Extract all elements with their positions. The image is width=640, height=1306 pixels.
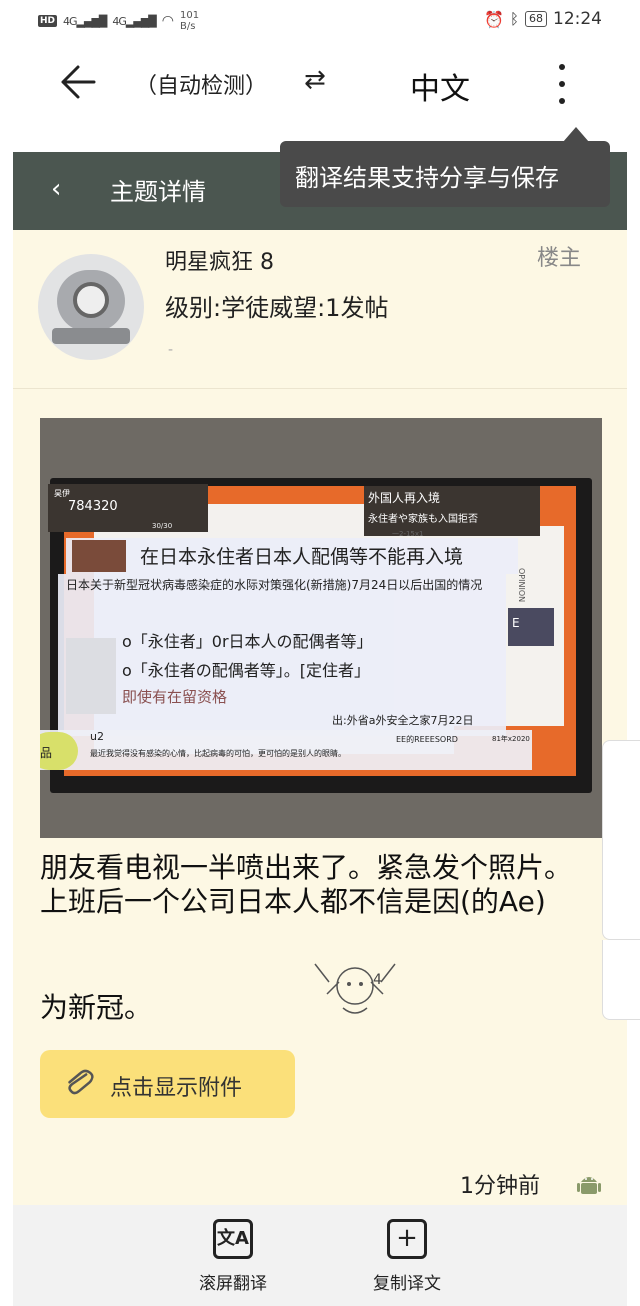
translate-toolbar: （自动检测） ⇄ 中文 — [0, 40, 640, 150]
source-language-selector[interactable]: （自动检测） — [135, 68, 267, 100]
owner-badge: 楼主 — [537, 246, 582, 271]
hd-badge: HD — [38, 15, 58, 27]
scroll-translate-button[interactable]: 文A 滚屏翻译 — [173, 1219, 293, 1294]
swap-icon[interactable]: ⇄ — [304, 65, 326, 95]
photo-item-1: o「永住者」0r日本人の配偶者等」 — [122, 632, 373, 651]
battery-icon: 68 — [525, 11, 547, 27]
attachment-label: 点击显示附件 — [110, 1076, 243, 1101]
photo-item-2: o「永住者の配偶者等」。[定住者」 — [122, 661, 371, 680]
share-save-tooltip[interactable]: 翻译结果支持分享与保存 — [280, 141, 610, 207]
post-content: 明星疯狂 8 级别:学徒威望:1发帖 - 楼主 昊伊 784320 30/30 … — [13, 230, 627, 1205]
clock: 12:24 — [553, 9, 602, 29]
photo-ticker: 最近我觉得没有感染的心情，比起病毒的可怕，更可怕的是别人的眼睛。 — [90, 749, 346, 758]
signal-icon: 4G▂▄▆█ — [63, 14, 107, 28]
photo-ticker-brand: EE的REEESORD — [396, 735, 458, 744]
android-icon — [577, 1177, 601, 1194]
photo-tl-label: 昊伊 784320 — [48, 484, 208, 532]
divider — [13, 388, 627, 389]
status-bar: HD 4G▂▄▆█ 4G▂▄▆█ ◠ 101 B/s ⏰ ᛒ 68 12:24 — [0, 0, 640, 40]
copy-icon: + — [387, 1219, 427, 1259]
post-text-line-2: 上班后一个公司日本人都不信是因(的Ae) — [40, 885, 546, 918]
status-right: ⏰ ᛒ 68 12:24 — [484, 9, 602, 29]
bottom-action-bar: 文A 滚屏翻译 + 复制译文 — [13, 1205, 627, 1306]
wifi-icon: ◠ — [161, 13, 174, 29]
photo-ticker-date: 81年x2020 — [492, 735, 530, 743]
username[interactable]: 明星疯狂 8 — [165, 244, 274, 276]
alarm-icon: ⏰ — [484, 9, 504, 29]
photo-note: 即使有在留资格 — [122, 688, 228, 706]
post-time: 1分钟前 — [460, 1174, 540, 1199]
scroll-edge-bottom[interactable] — [602, 940, 640, 1020]
sticker-text: 4 — [373, 972, 382, 988]
photo-source: 出:外省a外安全之家7月22日 — [332, 714, 474, 727]
photo-u2: u2 — [90, 730, 104, 743]
photo-presenter — [72, 540, 126, 572]
signal-icon-2: 4G▂▄▆█ — [112, 14, 156, 28]
scroll-translate-label: 滚屏翻译 — [199, 1274, 267, 1294]
copy-translation-button[interactable]: + 复制译文 — [347, 1219, 467, 1294]
photo-tr-label: 外国人再入境 永住者や家族も入国拒否 — [364, 486, 540, 536]
photo-ticker-left: 品 — [40, 746, 53, 760]
photo-side-e: E — [512, 616, 520, 630]
bluetooth-icon: ᛒ — [509, 10, 519, 28]
header-back-icon[interactable]: ‹ — [51, 174, 61, 204]
photo-headline: 在日本永住者日本人配偶等不能再入境 — [140, 546, 464, 568]
tooltip-arrow — [563, 127, 589, 142]
user-meta: 级别:学徒威望:1发帖 — [165, 294, 389, 322]
user-extra: - — [168, 342, 174, 358]
page-title: 主题详情 — [110, 178, 206, 206]
post-text-line-3: 为新冠。 — [40, 991, 153, 1024]
copy-translation-label: 复制译文 — [373, 1274, 441, 1294]
photo-tl-small: 30/30 — [152, 522, 173, 530]
status-left: HD 4G▂▄▆█ 4G▂▄▆█ ◠ 101 B/s — [38, 10, 199, 32]
paperclip-icon — [58, 1061, 97, 1109]
scroll-edge-top[interactable] — [602, 740, 640, 940]
target-language-selector[interactable]: 中文 — [410, 64, 470, 108]
scroll-translate-icon: 文A — [213, 1219, 253, 1259]
post-photo[interactable]: 昊伊 784320 30/30 外国人再入境 永住者や家族も入国拒否 一2-15… — [40, 418, 602, 838]
photo-grey-box — [66, 638, 116, 714]
more-vertical-icon[interactable] — [552, 62, 572, 106]
photo-subhead: 日本关于新型冠状病毒感染症的水际对策强化(新措施)7月24日以后出国的情况 — [66, 578, 483, 592]
avatar[interactable] — [38, 254, 144, 360]
network-speed: 101 B/s — [179, 10, 200, 32]
post-text-line-1: 朋友看电视一半喷出来了。紧急发个照片。 — [40, 851, 573, 884]
photo-side-opinion: OPINION — [517, 568, 526, 603]
show-attachment-button[interactable]: 点击显示附件 — [40, 1050, 295, 1118]
back-arrow-icon[interactable] — [58, 62, 98, 102]
